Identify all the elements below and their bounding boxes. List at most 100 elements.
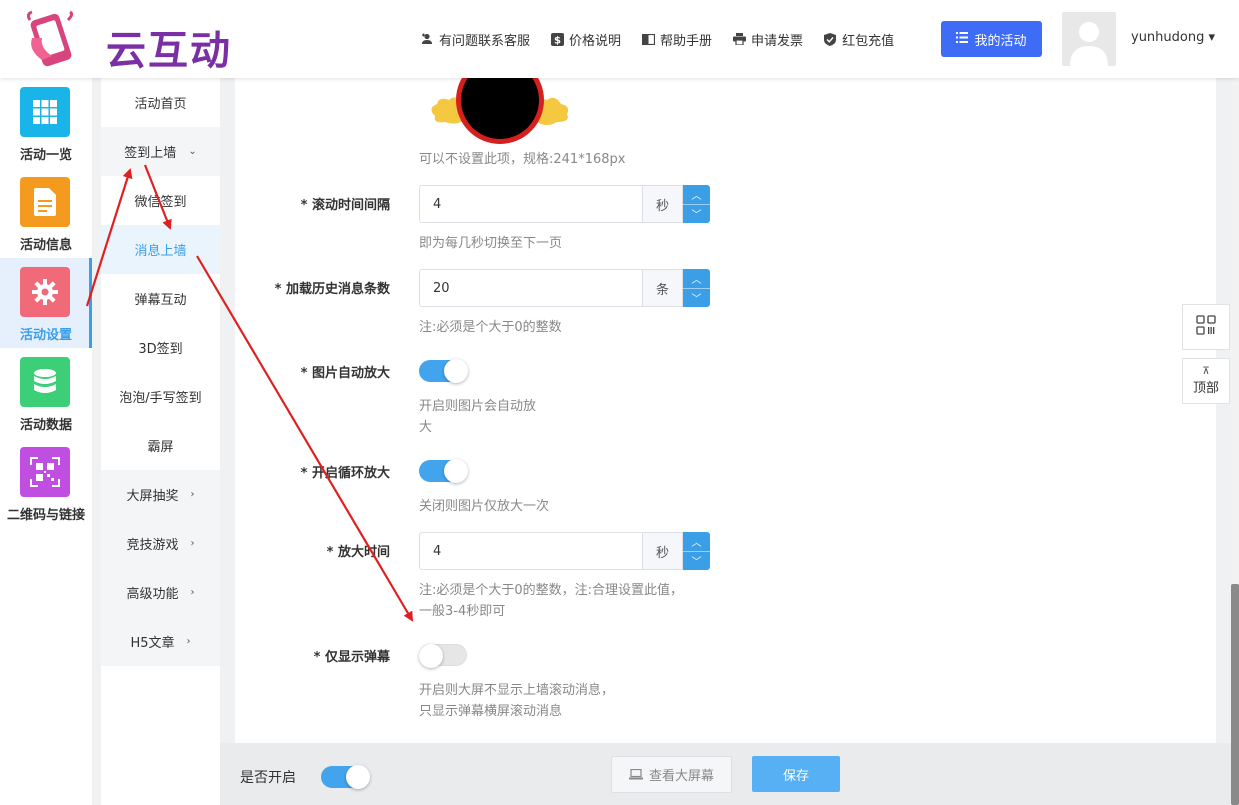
chevron-right-icon: › xyxy=(190,489,195,500)
submenu-3d-signin[interactable]: 3D签到 xyxy=(101,323,220,372)
auto-zoom-hint-line2: 大 xyxy=(419,420,433,435)
scroll-interval-stepper[interactable]: ︿ ﹀ xyxy=(683,185,710,223)
chevron-up-icon[interactable]: ︿ xyxy=(683,532,710,552)
my-activity-button[interactable]: 我的活动 xyxy=(941,21,1042,57)
toggle-knob xyxy=(444,359,468,383)
nav-invoice[interactable]: 申请发票 xyxy=(732,30,803,49)
submenu-wechat-signin[interactable]: 微信签到 xyxy=(101,176,220,225)
danmu-only-hint-line2: 只显示弹幕横屏滚动消息 xyxy=(419,704,563,719)
add-user-icon xyxy=(420,32,434,46)
enable-toggle[interactable] xyxy=(321,765,370,789)
bottom-action-bar: 是否开启 查看大屏幕 保存 xyxy=(220,743,1231,805)
sidebar-item-label: 活动一览 xyxy=(19,148,72,163)
nav-pricing-label: 价格说明 xyxy=(569,33,622,49)
submenu-bubble-signin[interactable]: 泡泡/手写签到 xyxy=(101,372,220,421)
submenu-lottery[interactable]: 大屏抽奖 › xyxy=(101,470,220,519)
nav-contact-support[interactable]: 有问题联系客服 xyxy=(420,30,530,49)
nav-pricing[interactable]: $ 价格说明 xyxy=(550,30,621,49)
submenu-h5-article[interactable]: H5文章 › xyxy=(101,617,220,666)
sidebar-item-qrcode-links[interactable]: 二维码与链接 xyxy=(0,438,92,528)
submenu-lottery-label: 大屏抽奖 xyxy=(126,489,179,504)
scroll-interval-field: 4 秒 ︿ ﹀ xyxy=(419,185,710,223)
history-count-label: * 加载历史消息条数 xyxy=(274,282,390,297)
save-button[interactable]: 保存 xyxy=(752,756,840,792)
history-count-field: 20 条 ︿ ﹀ xyxy=(419,269,710,307)
avatar[interactable] xyxy=(1062,12,1116,66)
nav-help-manual[interactable]: 帮助手册 xyxy=(641,30,712,49)
submenu-signin-wall-label: 签到上墙 xyxy=(124,146,177,161)
nav-invoice-label: 申请发票 xyxy=(751,33,804,49)
logo-text: 云互动 xyxy=(106,28,232,74)
submenu-message-wall[interactable]: 消息上墙 xyxy=(101,225,220,274)
phone-logo-icon xyxy=(26,10,74,67)
qrcode-icon xyxy=(1196,315,1216,339)
submenu-danmu[interactable]: 弹幕互动 xyxy=(101,274,220,323)
chevron-right-icon: › xyxy=(190,538,195,549)
sidebar-item-activity-overview[interactable]: 活动一览 xyxy=(0,78,92,168)
sidebar-item-activity-data[interactable]: 活动数据 xyxy=(0,348,92,438)
username-dropdown[interactable]: yunhudong ▾ xyxy=(1131,30,1215,45)
submenu-signin-wall[interactable]: 签到上墙 ⌄ xyxy=(101,127,220,176)
zoom-time-label: * 放大时间 xyxy=(326,545,390,560)
submenu-advanced[interactable]: 高级功能 › xyxy=(101,568,220,617)
history-count-stepper[interactable]: ︿ ﹀ xyxy=(683,269,710,307)
background-image-preview[interactable] xyxy=(425,78,575,146)
history-count-input[interactable]: 20 xyxy=(419,269,642,307)
nav-redpacket-recharge[interactable]: 红包充值 xyxy=(823,30,894,49)
chevron-down-icon[interactable]: ﹀ xyxy=(683,552,710,571)
printer-icon xyxy=(732,32,746,46)
chevron-down-icon[interactable]: ﹀ xyxy=(683,205,710,224)
image-spec-hint: 可以不设置此项，规格:241*168px xyxy=(419,152,626,167)
qrcode-float-button[interactable] xyxy=(1182,304,1230,350)
svg-text:$: $ xyxy=(554,35,561,46)
chevron-up-icon[interactable]: ︿ xyxy=(683,269,710,289)
sidebar-item-activity-info[interactable]: 活动信息 xyxy=(0,168,92,258)
history-count-hint: 注:必须是个大于0的整数 xyxy=(419,320,562,335)
scroll-interval-hint: 即为每几秒切换至下一页 xyxy=(419,236,563,251)
zoom-time-input[interactable]: 4 xyxy=(419,532,642,570)
loop-zoom-label: * 开启循环放大 xyxy=(300,466,390,481)
danmu-only-label: * 仅显示弹幕 xyxy=(313,650,390,665)
logo[interactable]: 云互动 xyxy=(22,10,232,74)
laptop-icon xyxy=(628,769,643,780)
submenu-advanced-label: 高级功能 xyxy=(126,587,179,602)
submenu-games-label: 竞技游戏 xyxy=(126,538,179,553)
database-icon xyxy=(20,357,70,407)
chevron-down-icon[interactable]: ﹀ xyxy=(683,289,710,308)
sub-menu: 活动首页 签到上墙 ⌄ 微信签到 消息上墙 弹幕互动 3D签到 泡泡/手写签到 … xyxy=(101,78,220,805)
chevron-right-icon: › xyxy=(190,587,195,598)
auto-zoom-toggle[interactable] xyxy=(419,359,468,383)
sidebar-item-activity-settings[interactable]: 活动设置 xyxy=(0,258,92,348)
top-nav: 有问题联系客服 $ 价格说明 帮助手册 申请发票 红包充值 xyxy=(420,28,914,50)
scroll-interval-input[interactable]: 4 xyxy=(419,185,642,223)
sidebar-item-label: 活动设置 xyxy=(19,328,72,343)
my-activity-label: 我的活动 xyxy=(974,33,1027,49)
nav-contact-support-label: 有问题联系客服 xyxy=(439,33,531,49)
zoom-time-unit: 秒 xyxy=(642,532,683,570)
submenu-games[interactable]: 竞技游戏 › xyxy=(101,519,220,568)
scroll-interval-label: * 滚动时间间隔 xyxy=(300,198,390,213)
submenu-bapin[interactable]: 霸屏 xyxy=(101,421,220,470)
zoom-time-field: 4 秒 ︿ ﹀ xyxy=(419,532,710,570)
chevron-up-icon[interactable]: ︿ xyxy=(683,185,710,205)
loop-zoom-hint: 关闭则图片仅放大一次 xyxy=(419,499,550,514)
danmu-only-toggle[interactable] xyxy=(419,644,467,668)
auto-zoom-label: * 图片自动放大 xyxy=(300,366,390,381)
history-count-unit: 条 xyxy=(642,269,683,307)
grid-icon xyxy=(20,87,70,137)
scroll-interval-unit: 秒 xyxy=(642,185,683,223)
nav-help-manual-label: 帮助手册 xyxy=(660,33,713,49)
preview-screen-button[interactable]: 查看大屏幕 xyxy=(611,756,732,793)
zoom-time-hint-line1: 注:必须是个大于0的整数，注:合理设置此值， xyxy=(419,583,684,598)
submenu-activity-home[interactable]: 活动首页 xyxy=(101,78,220,127)
back-to-top-button[interactable]: ⊼ 顶部 xyxy=(1182,358,1230,404)
sidebar-item-label: 活动信息 xyxy=(19,238,72,253)
toggle-knob xyxy=(419,644,443,668)
qrcode-icon xyxy=(20,447,70,497)
settings-form: 可以不设置此项，规格:241*168px * 滚动时间间隔 4 秒 ︿ ﹀ 即为… xyxy=(235,78,1216,743)
zoom-time-stepper[interactable]: ︿ ﹀ xyxy=(683,532,710,570)
top-header: 云互动 有问题联系客服 $ 价格说明 帮助手册 申请发票 红包充值 我的活动 y… xyxy=(0,0,1239,78)
enable-label: 是否开启 xyxy=(240,770,296,786)
page-scrollbar-thumb[interactable] xyxy=(1231,584,1239,805)
loop-zoom-toggle[interactable] xyxy=(419,459,468,483)
